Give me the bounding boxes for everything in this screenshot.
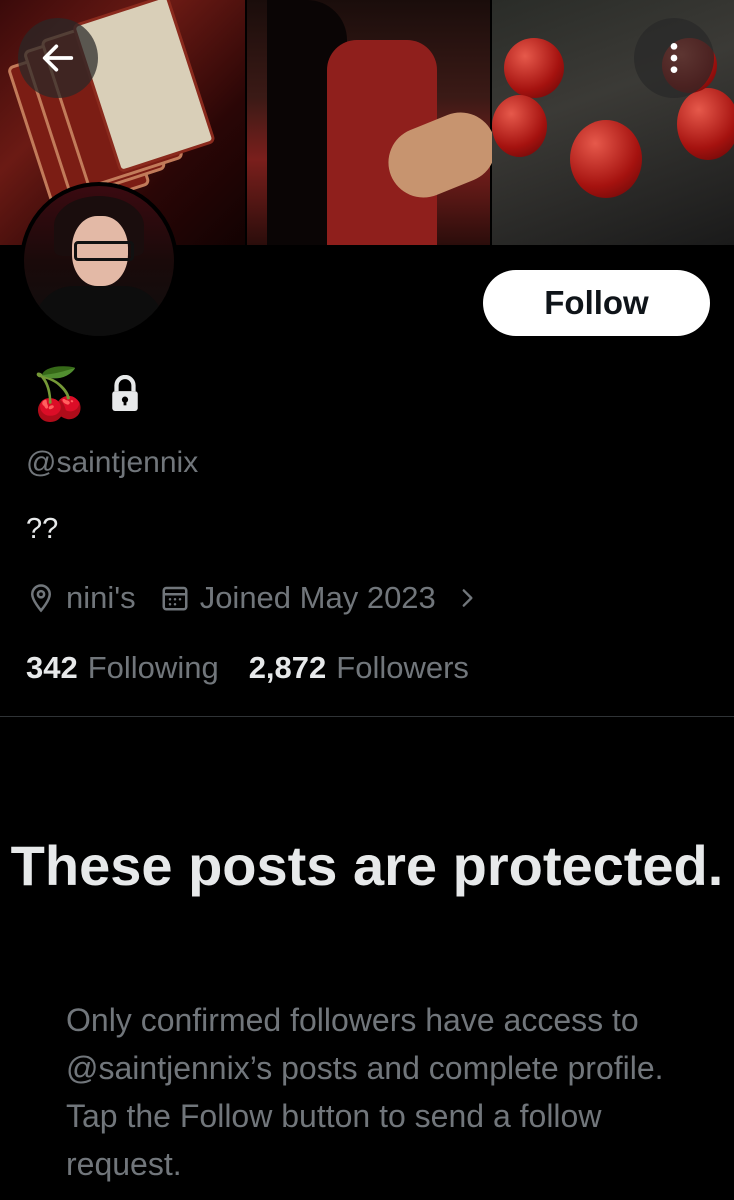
join-date[interactable]: Joined May 2023: [160, 580, 480, 616]
followers-count: 2,872: [248, 650, 327, 685]
location: nini's: [26, 580, 136, 616]
chevron-right-icon: [462, 589, 473, 607]
following-link[interactable]: 342 Following: [26, 650, 219, 686]
banner-woman-image: [247, 0, 507, 245]
location-pin-icon: [30, 584, 52, 613]
follow-stats: 342 Following 2,872 Followers: [26, 650, 469, 686]
following-label: Following: [87, 650, 219, 685]
display-name: 🍒: [28, 366, 142, 422]
more-vertical-icon: [670, 43, 678, 73]
user-handle: @saintjennix: [26, 446, 199, 479]
more-options-button[interactable]: [634, 18, 714, 98]
cherry-emoji: 🍒: [28, 366, 91, 422]
avatar[interactable]: [20, 182, 178, 340]
bio: ??: [26, 513, 59, 545]
arrow-left-icon: [42, 44, 74, 72]
followers-link[interactable]: 2,872 Followers: [249, 650, 469, 686]
protected-description: Only confirmed followers have access to …: [66, 1002, 664, 1182]
followers-label: Followers: [336, 650, 469, 685]
following-count: 342: [26, 650, 78, 685]
location-text: nini's: [66, 580, 136, 615]
joined-text: Joined May 2023: [199, 580, 436, 615]
protected-title: These posts are protected.: [10, 834, 724, 897]
calendar-icon: [162, 586, 188, 611]
back-button[interactable]: [18, 18, 98, 98]
divider: [0, 716, 734, 717]
profile-meta: nini's Joined May 2023: [26, 580, 504, 616]
follow-button[interactable]: Follow: [483, 270, 710, 336]
lock-icon: [112, 375, 139, 411]
